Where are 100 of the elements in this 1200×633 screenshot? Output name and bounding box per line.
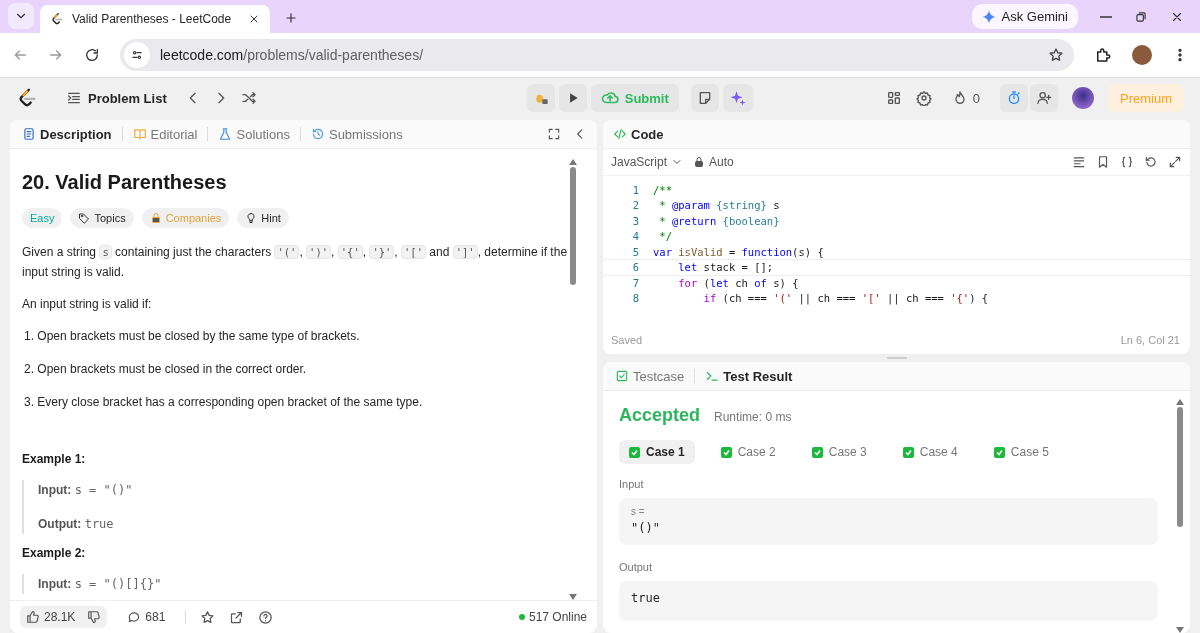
reload-button[interactable] <box>84 47 100 63</box>
panel-title: Code <box>631 126 664 142</box>
thumbs-down-icon <box>87 610 102 624</box>
status-dot <box>518 614 525 620</box>
star-icon[interactable] <box>1048 47 1064 63</box>
expand-icon[interactable] <box>1168 155 1182 169</box>
language-dropdown[interactable]: JavaScript <box>611 155 684 169</box>
save-status: Saved <box>611 334 643 346</box>
code-line: let stack = []; <box>677 261 774 274</box>
input-value: "()" <box>631 521 661 535</box>
panel-tab[interactable]: Submissions <box>308 126 405 142</box>
profile-avatar[interactable] <box>1132 45 1152 65</box>
panel-tab[interactable]: Editorial <box>130 126 200 142</box>
example-line: Input: s = "()[]{}" <box>38 576 163 593</box>
ai-button[interactable] <box>722 84 753 112</box>
back-button[interactable] <box>12 47 28 63</box>
variable-name: s = <box>631 506 646 517</box>
case-tab[interactable]: Case 5 <box>983 440 1059 464</box>
line-number: 5 <box>631 245 640 258</box>
scrollbar[interactable] <box>1176 399 1184 633</box>
code-line: * @return {boolean} <box>658 214 780 227</box>
cursor-position: Ln 6, Col 21 <box>1120 334 1180 346</box>
streak-counter[interactable]: 0 <box>945 89 986 107</box>
document-icon <box>22 127 36 141</box>
restore-icon <box>1134 9 1148 24</box>
url-text: leetcode.com/problems/valid-parentheses/ <box>160 47 425 63</box>
user-plus-icon <box>1036 90 1052 106</box>
panel-tab[interactable]: Test Result <box>703 368 795 384</box>
checkbox-icon <box>615 369 629 383</box>
code-line: if (ch === '(' || ch === '[' || ch === '{') { <box>702 292 989 305</box>
format-icon[interactable] <box>1072 155 1086 169</box>
ask-gemini-button[interactable]: Ask Gemini <box>971 4 1078 29</box>
scroll-up-icon[interactable] <box>569 159 577 165</box>
rule-item: 3. Every close bracket has a corresponding open bracket of the same type. <box>24 394 424 411</box>
comment-icon <box>127 610 142 624</box>
close-tab-button[interactable] <box>248 13 260 25</box>
forward-button[interactable] <box>48 47 64 63</box>
mode-label: Auto <box>709 155 734 169</box>
line-number: 4 <box>631 230 640 243</box>
stopwatch-icon <box>1006 90 1022 106</box>
output-value: true <box>631 591 661 605</box>
notes-button[interactable] <box>690 84 719 112</box>
tag-chip[interactable]: Hint <box>237 208 289 228</box>
example-line: Input: s = "()" <box>38 482 134 499</box>
address-bar[interactable]: leetcode.com/problems/valid-parentheses/ <box>120 39 1074 71</box>
restore-button[interactable] <box>1134 9 1148 24</box>
fullscreen-icon[interactable] <box>547 127 561 141</box>
list-icon <box>66 90 82 106</box>
invite-button[interactable] <box>1030 84 1058 112</box>
braces-icon[interactable] <box>1120 155 1134 169</box>
case-tab[interactable]: Case 1 <box>619 440 695 464</box>
runtime-text: Runtime: 0 ms <box>714 410 792 424</box>
new-tab-button[interactable] <box>284 11 298 25</box>
input-label: Input <box>619 478 645 490</box>
scrollbar[interactable] <box>569 159 577 600</box>
tab-title: Valid Parentheses - LeetCode <box>72 12 233 26</box>
panel-tab[interactable]: Testcase <box>613 368 687 384</box>
panel-tab[interactable]: Solutions <box>216 126 292 142</box>
flask-icon <box>218 127 233 141</box>
plus-icon <box>284 11 298 25</box>
browser-tab[interactable]: Valid Parentheses - LeetCode <box>40 5 270 33</box>
share-icon[interactable] <box>229 609 245 625</box>
scroll-up-icon[interactable] <box>1176 399 1184 405</box>
terminal-icon <box>705 369 720 383</box>
code-line: * @param {string} s <box>658 199 780 212</box>
tune-icon <box>130 48 144 62</box>
scroll-down-icon[interactable] <box>569 594 577 600</box>
puzzle-icon[interactable] <box>1094 46 1112 64</box>
timer-button[interactable] <box>1000 84 1028 112</box>
site-info-button[interactable] <box>124 42 150 68</box>
case-tab[interactable]: Case 4 <box>892 440 968 464</box>
line-number: 3 <box>631 214 640 227</box>
code-line: /** <box>653 183 672 196</box>
settings-icon[interactable] <box>915 90 932 106</box>
comments-button[interactable]: 681 <box>121 606 172 628</box>
scroll-down-icon[interactable] <box>1176 627 1184 633</box>
shuffle-button[interactable] <box>240 90 257 106</box>
problem-list-button[interactable]: Problem List <box>60 89 173 107</box>
layout-icon[interactable] <box>885 90 902 106</box>
help-icon[interactable] <box>258 609 274 625</box>
tag-chip[interactable]: Topics <box>70 208 134 228</box>
panel-tab[interactable]: Description <box>20 126 114 142</box>
minimize-button[interactable] <box>1100 15 1112 18</box>
tag-icon <box>78 212 91 224</box>
line-number: 7 <box>631 276 640 289</box>
line-number: 6 <box>631 261 640 274</box>
run-button[interactable] <box>558 84 587 112</box>
rule-item: 1. Open brackets must be closed by the same type of brackets. <box>24 328 361 345</box>
close-icon <box>248 13 260 25</box>
user-avatar[interactable] <box>1072 87 1094 109</box>
online-count: 517 Online <box>528 610 587 624</box>
line-number: 1 <box>631 183 640 196</box>
arrow-left-icon <box>12 47 28 63</box>
star-icon[interactable] <box>200 609 216 625</box>
case-tab[interactable]: Case 3 <box>801 440 877 464</box>
case-tab[interactable]: Case 2 <box>710 440 786 464</box>
line-number: 2 <box>631 199 640 212</box>
rule-item: 2. Open brackets must be closed in the correct order. <box>24 361 308 378</box>
bookmark-icon[interactable] <box>1096 155 1110 169</box>
undo-icon[interactable] <box>1144 155 1158 169</box>
